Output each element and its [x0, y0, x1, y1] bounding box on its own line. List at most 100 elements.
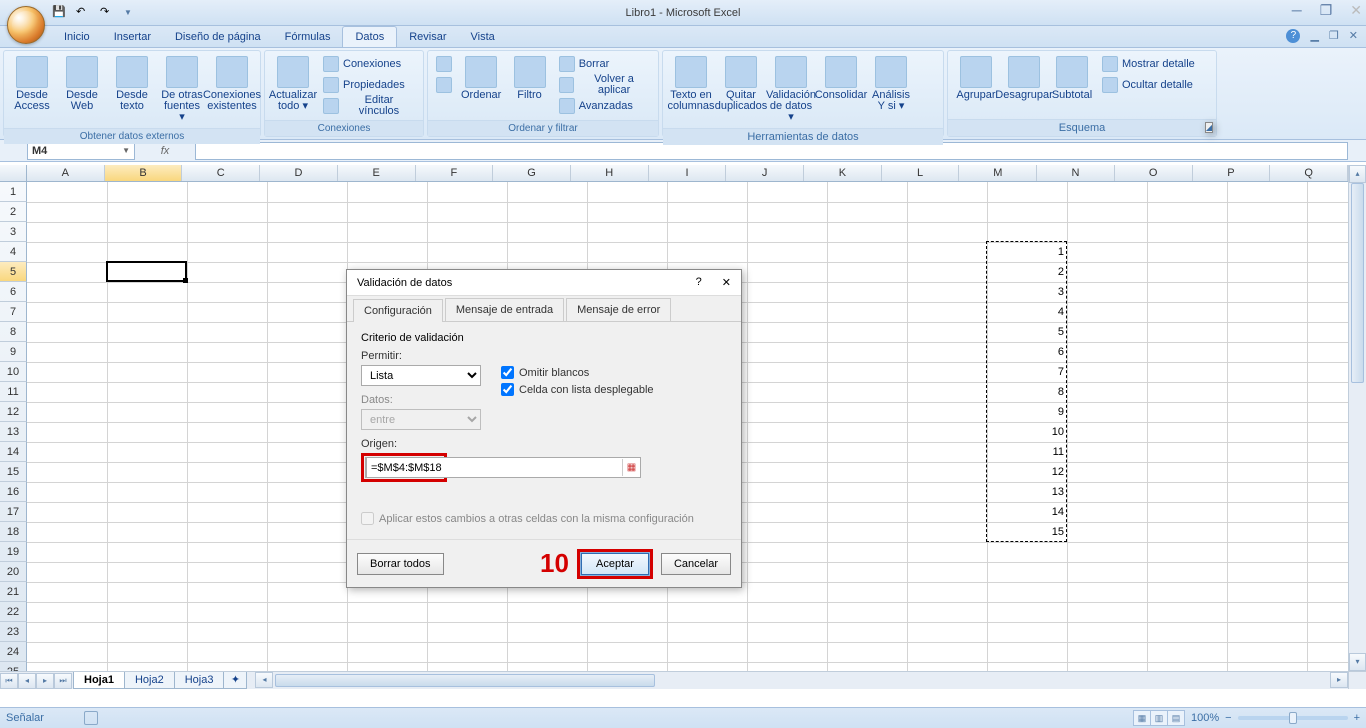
filter-button[interactable]: Filtro	[506, 54, 552, 103]
ribbon-desde-texto-button[interactable]: Desde texto	[108, 54, 156, 114]
ribbon-close-icon[interactable]: ✕	[1349, 29, 1358, 43]
row-header-18[interactable]: 18	[0, 522, 27, 542]
ribbon-tab-revisar[interactable]: Revisar	[397, 27, 458, 47]
zoom-slider[interactable]	[1238, 716, 1348, 720]
scroll-left-button[interactable]: ◂	[255, 672, 273, 688]
cell[interactable]: 14	[987, 502, 1067, 522]
ribbon-ocultar-detalle-button[interactable]: Ocultar detalle	[1098, 75, 1199, 95]
ribbon-desde-access-button[interactable]: Desde Access	[8, 54, 56, 114]
sheet-tab-hoja1[interactable]: Hoja1	[73, 672, 125, 689]
cell[interactable]: 12	[987, 462, 1067, 482]
zoom-in-icon[interactable]: +	[1354, 712, 1360, 724]
name-box[interactable]: M4▼	[27, 142, 135, 160]
row-header-22[interactable]: 22	[0, 602, 27, 622]
row-header-19[interactable]: 19	[0, 542, 27, 562]
col-header-N[interactable]: N	[1037, 165, 1115, 181]
ribbon-restore-icon[interactable]: ❐	[1329, 29, 1339, 43]
col-header-J[interactable]: J	[726, 165, 804, 181]
ribbon-tab-datos[interactable]: Datos	[342, 26, 397, 47]
row-header-3[interactable]: 3	[0, 222, 27, 242]
sort-az-button[interactable]	[432, 54, 456, 74]
help-icon[interactable]: ?	[1286, 29, 1300, 43]
row-header-20[interactable]: 20	[0, 562, 27, 582]
cell[interactable]: 7	[987, 362, 1067, 382]
cancel-button[interactable]: Cancelar	[661, 553, 731, 575]
ribbon-consolidar-button[interactable]: Consolidar	[817, 54, 865, 103]
row-header-11[interactable]: 11	[0, 382, 27, 402]
active-cell[interactable]	[106, 261, 187, 282]
new-sheet-tab[interactable]: ✦	[223, 672, 247, 689]
vscroll-thumb[interactable]	[1351, 183, 1364, 383]
cell[interactable]: 4	[987, 302, 1067, 322]
col-header-I[interactable]: I	[649, 165, 727, 181]
ribbon-tab-inicio[interactable]: Inicio	[52, 27, 102, 47]
redo-icon[interactable]: ↷	[100, 5, 116, 21]
ribbon-editar-v-nculos-button[interactable]: Editar vínculos	[319, 96, 419, 116]
clear-all-button[interactable]: Borrar todos	[357, 553, 444, 575]
close-icon[interactable]: ✕	[1350, 2, 1362, 19]
col-header-G[interactable]: G	[493, 165, 571, 181]
cell[interactable]: 10	[987, 422, 1067, 442]
ribbon-desde-web-button[interactable]: Desde Web	[58, 54, 106, 114]
page-layout-view-icon[interactable]: ▥	[1150, 710, 1168, 726]
fx-icon[interactable]: fx	[135, 145, 195, 157]
row-header-15[interactable]: 15	[0, 462, 27, 482]
ribbon-texto-en-columnas-button[interactable]: Texto en columnas	[667, 54, 715, 114]
col-header-M[interactable]: M	[959, 165, 1037, 181]
row-header-17[interactable]: 17	[0, 502, 27, 522]
sort-button[interactable]: Ordenar	[458, 54, 504, 103]
qat-custom-icon[interactable]: ▼	[124, 8, 132, 17]
dropdown-checkbox[interactable]	[501, 383, 514, 396]
tab-nav-prev[interactable]: ◂	[18, 673, 36, 689]
ribbon-avanzadas-button[interactable]: Avanzadas	[555, 96, 654, 116]
scroll-down-button[interactable]: ▾	[1349, 653, 1366, 671]
ribbon-validaci-n-de-datos--button[interactable]: Validación de datos ▾	[767, 54, 815, 125]
zoom-level[interactable]: 100%	[1191, 712, 1219, 724]
row-header-1[interactable]: 1	[0, 182, 27, 202]
row-header-2[interactable]: 2	[0, 202, 27, 222]
ribbon-tab-insertar[interactable]: Insertar	[102, 27, 163, 47]
ribbon-desagrupar-button[interactable]: Desagrupar	[1000, 54, 1048, 103]
ignore-blank-checkbox[interactable]	[501, 366, 514, 379]
save-icon[interactable]: 💾	[52, 5, 68, 21]
scroll-right-button[interactable]: ▸	[1330, 672, 1348, 688]
office-button[interactable]	[7, 6, 45, 44]
row-header-16[interactable]: 16	[0, 482, 27, 502]
ribbon-conexiones-existentes-button[interactable]: Conexiones existentes	[208, 54, 256, 114]
ribbon-agrupar-button[interactable]: Agrupar	[952, 54, 1000, 103]
dialog-tab-mensaje-de-error[interactable]: Mensaje de error	[566, 298, 671, 321]
dialog-tab-mensaje-de-entrada[interactable]: Mensaje de entrada	[445, 298, 564, 321]
ribbon-tab-diseño-de-página[interactable]: Diseño de página	[163, 27, 273, 47]
ribbon-conexiones-button[interactable]: Conexiones	[319, 54, 419, 74]
cell[interactable]: 13	[987, 482, 1067, 502]
tab-nav-next[interactable]: ▸	[36, 673, 54, 689]
col-header-F[interactable]: F	[416, 165, 494, 181]
restore-icon[interactable]: ❐	[1320, 2, 1333, 19]
row-header-21[interactable]: 21	[0, 582, 27, 602]
dialog-close-icon[interactable]: ✕	[722, 276, 731, 289]
row-header-9[interactable]: 9	[0, 342, 27, 362]
col-header-E[interactable]: E	[338, 165, 416, 181]
cell[interactable]: 5	[987, 322, 1067, 342]
range-picker-icon[interactable]: ▦	[622, 459, 640, 476]
row-header-24[interactable]: 24	[0, 642, 27, 662]
page-break-view-icon[interactable]: ▤	[1167, 710, 1185, 726]
ribbon-borrar-button[interactable]: Borrar	[555, 54, 654, 74]
row-header-12[interactable]: 12	[0, 402, 27, 422]
row-header-5[interactable]: 5	[0, 262, 27, 282]
col-header-P[interactable]: P	[1193, 165, 1271, 181]
cell[interactable]: 3	[987, 282, 1067, 302]
row-header-8[interactable]: 8	[0, 322, 27, 342]
cell[interactable]: 9	[987, 402, 1067, 422]
row-header-4[interactable]: 4	[0, 242, 27, 262]
col-header-L[interactable]: L	[882, 165, 960, 181]
col-header-Q[interactable]: Q	[1270, 165, 1348, 181]
ribbon-minimize-icon[interactable]: ▁	[1310, 29, 1318, 43]
ribbon-tab-vista[interactable]: Vista	[459, 27, 507, 47]
macro-record-icon[interactable]	[84, 711, 98, 725]
ribbon-subtotal-button[interactable]: Subtotal	[1048, 54, 1096, 103]
col-header-H[interactable]: H	[571, 165, 649, 181]
accept-button[interactable]: Aceptar	[581, 553, 649, 575]
row-header-14[interactable]: 14	[0, 442, 27, 462]
ribbon-volver-a-aplicar-button[interactable]: Volver a aplicar	[555, 75, 654, 95]
